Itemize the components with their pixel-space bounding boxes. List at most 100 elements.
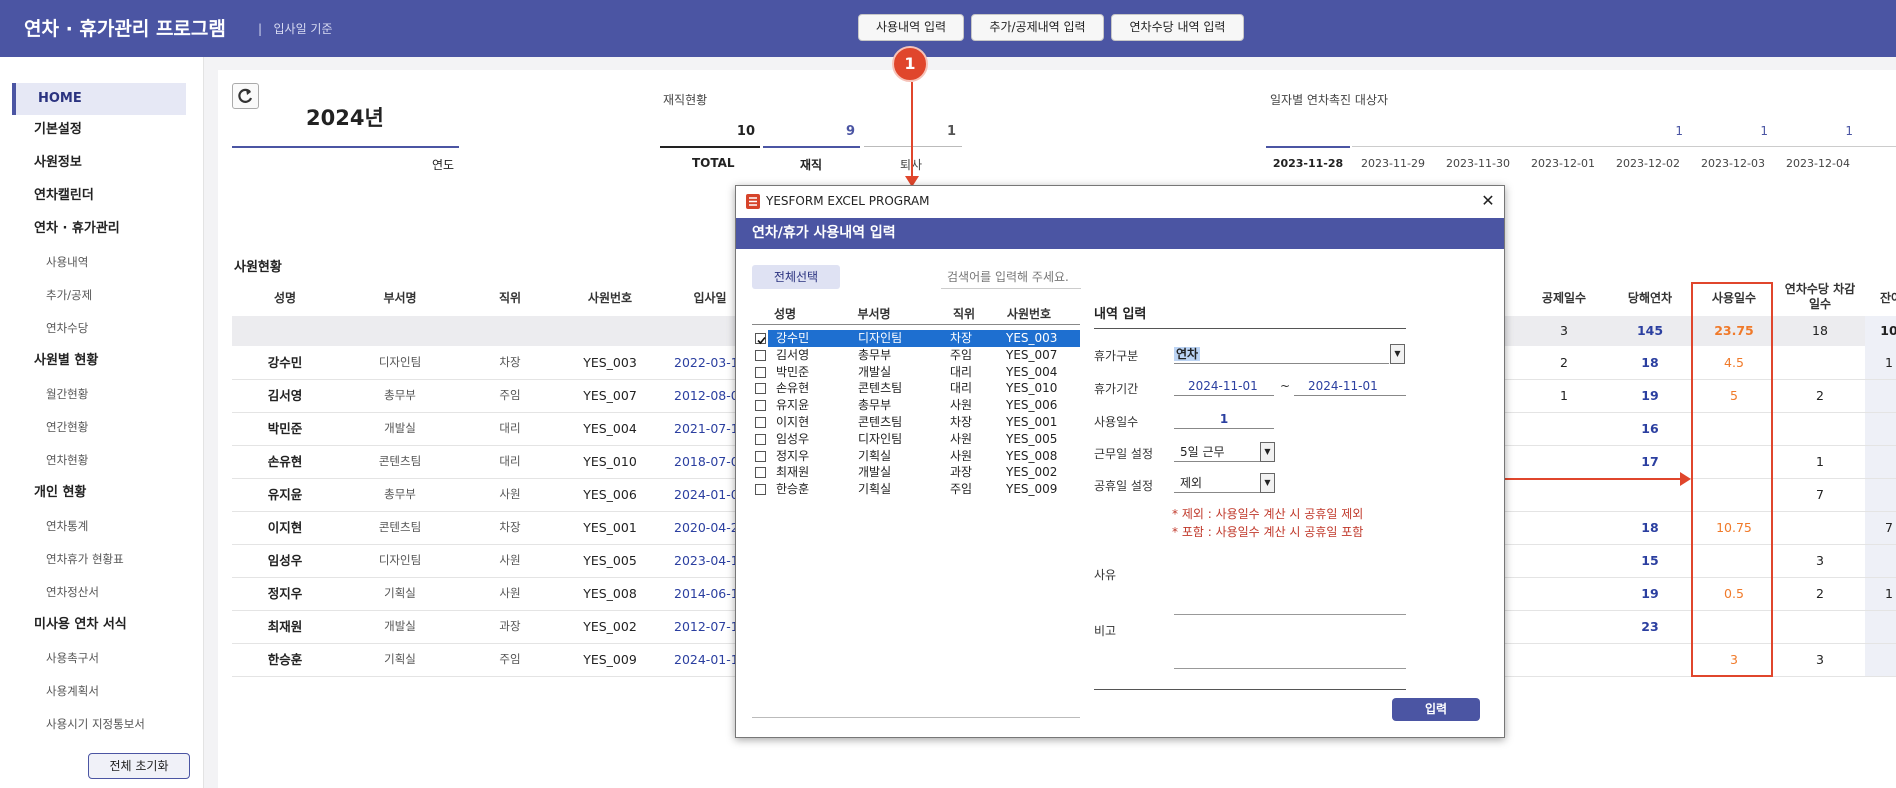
list-header-line: [752, 324, 1080, 325]
allowance-input-button[interactable]: 연차수당 내역 입력: [1111, 14, 1244, 41]
employee-name: 박민준: [267, 421, 303, 436]
period-separator: ~: [1280, 379, 1291, 393]
sidebar-item-by-employee[interactable]: 사원별 현황: [12, 345, 186, 377]
refresh-button[interactable]: [232, 83, 259, 109]
dialog-window-title: YESFORM EXCEL PROGRAM: [766, 194, 930, 208]
employee-list-item[interactable]: 정지우 기획실 사원 YES_008: [752, 448, 1080, 465]
list-item-pos: 사원: [950, 431, 973, 446]
leave-type-value: 연차: [1174, 347, 1201, 361]
daily-date[interactable]: 2023-12-04: [1776, 157, 1860, 170]
checkbox[interactable]: [755, 349, 766, 361]
sidebar-item-monthly[interactable]: 월간현황: [12, 378, 186, 410]
list-item-id: YES_004: [1006, 364, 1058, 379]
daily-count: 1: [1845, 124, 1853, 138]
daily-date[interactable]: 2023-12-01: [1521, 157, 1605, 170]
checkbox[interactable]: [755, 450, 766, 462]
leave-type-dropdown-icon[interactable]: ▼: [1390, 344, 1405, 364]
sidebar-item-settlement[interactable]: 연차정산서: [12, 576, 186, 608]
period-end-input[interactable]: 2024-11-01: [1294, 376, 1406, 396]
daily-date[interactable]: 2023-11-28: [1266, 157, 1350, 170]
employee-list-item[interactable]: 최재원 개발실 과장 YES_002: [752, 464, 1080, 481]
sidebar-item-urge-letter[interactable]: 사용촉구서: [12, 642, 186, 674]
add-deduct-input-button[interactable]: 추가/공제내역 입력: [971, 14, 1104, 41]
employee-name: 임성우: [267, 553, 303, 568]
sidebar-item-personal[interactable]: 개인 현황: [12, 477, 186, 509]
employee-list-item[interactable]: 강수민 디자인팀 차장 YES_003: [752, 330, 1080, 347]
leave-type-select[interactable]: 연차: [1174, 344, 1389, 364]
sidebar-item-plan[interactable]: 사용계획서: [12, 675, 186, 707]
checkbox[interactable]: [755, 417, 766, 428]
close-icon[interactable]: ✕: [1478, 190, 1498, 212]
sum-allowance: 18: [1812, 323, 1828, 338]
checkbox[interactable]: [755, 484, 766, 496]
holiday-dropdown-icon[interactable]: ▼: [1260, 473, 1275, 493]
checkbox[interactable]: [755, 383, 766, 395]
submit-button[interactable]: 입력: [1392, 698, 1480, 721]
employee-list-item[interactable]: 김서영 총무부 주임 YES_007: [752, 347, 1080, 364]
daily-date[interactable]: 2023-12-03: [1691, 157, 1775, 170]
daily-date[interactable]: 2023-11-30: [1436, 157, 1520, 170]
employee-list-item[interactable]: 이지현 콘텐츠팀 차장 YES_001: [752, 414, 1080, 431]
usage-input-button[interactable]: 사용내역 입력: [858, 14, 964, 41]
employee-position: 사원: [499, 487, 521, 501]
sidebar-item-statistics[interactable]: 연차통계: [12, 510, 186, 542]
reset-all-button[interactable]: 전체 초기화: [88, 753, 190, 779]
checkbox-checked[interactable]: [755, 333, 766, 345]
sidebar-item-notice[interactable]: 사용시기 지정통보서: [12, 708, 186, 740]
sidebar-item-home[interactable]: HOME: [12, 83, 186, 115]
daily-date[interactable]: 2023-12-02: [1606, 157, 1690, 170]
checkbox[interactable]: [755, 433, 766, 445]
checkbox[interactable]: [755, 366, 766, 378]
period-start-input[interactable]: 2024-11-01: [1174, 376, 1274, 396]
days-input[interactable]: 1: [1174, 409, 1274, 429]
list-item-dept: 콘텐츠팀: [858, 415, 903, 429]
list-item-dept: 개발실: [858, 465, 892, 480]
col-header-name: 성명: [273, 291, 297, 305]
checkbox[interactable]: [755, 467, 766, 479]
reason-input[interactable]: [1174, 614, 1406, 615]
select-all-button[interactable]: 전체선택: [752, 265, 840, 289]
checkbox[interactable]: [755, 400, 766, 412]
employee-position: 사원: [499, 586, 521, 600]
workday-select[interactable]: 5일 근무: [1174, 442, 1260, 462]
employee-current-leave: [1612, 478, 1688, 511]
sum-deduct: 3: [1560, 323, 1568, 338]
list-item-pos: 주임: [950, 347, 973, 362]
sidebar-item-leave-management[interactable]: 연차 · 휴가관리: [12, 213, 186, 245]
sidebar-item-yearly[interactable]: 연간현황: [12, 411, 186, 443]
employee-list-item[interactable]: 손유현 콘텐츠팀 대리 YES_010: [752, 380, 1080, 397]
list-item-id: YES_006: [1006, 398, 1058, 413]
sidebar-item-usage[interactable]: 사용내역: [12, 246, 186, 278]
holiday-select[interactable]: 제외: [1174, 473, 1260, 493]
list-item-name: 임성우: [776, 431, 810, 446]
employee-deduct-days: 2: [1560, 355, 1568, 370]
search-input[interactable]: 검색어를 입력해 주세요.: [941, 265, 1081, 289]
employee-name: 정지우: [267, 586, 303, 601]
sidebar-item-leave-status[interactable]: 연차현황: [12, 444, 186, 476]
form-title: 내역 입력: [1094, 307, 1147, 322]
workday-dropdown-icon[interactable]: ▼: [1260, 442, 1275, 462]
sidebar-item-status-table[interactable]: 연차휴가 현황표: [12, 543, 186, 575]
employee-remaining: [1874, 478, 1896, 511]
employee-remaining: 7: [1885, 520, 1893, 535]
sidebar-item-unused-forms[interactable]: 미사용 연차 서식: [12, 609, 186, 641]
form-bottom-line: [1094, 689, 1406, 690]
employee-current-leave: 19: [1641, 586, 1659, 601]
year-value: 2024년: [306, 106, 384, 130]
employee-remaining: [1874, 544, 1896, 577]
employee-list-item[interactable]: 박민준 개발실 대리 YES_004: [752, 364, 1080, 381]
daily-date[interactable]: 2023-11-29: [1351, 157, 1435, 170]
sidebar-item-allowance[interactable]: 연차수당: [12, 312, 186, 344]
employee-deduct-days: [1526, 445, 1602, 478]
list-item-id: YES_010: [1006, 381, 1058, 396]
sidebar-item-settings[interactable]: 기본설정: [12, 114, 186, 146]
memo-input[interactable]: [1174, 668, 1406, 669]
employee-list-item[interactable]: 한승훈 기획실 주임 YES_009: [752, 481, 1080, 498]
employee-list-item[interactable]: 유지윤 총무부 사원 YES_006: [752, 397, 1080, 414]
employee-list-item[interactable]: 임성우 디자인팀 사원 YES_005: [752, 431, 1080, 448]
employee-current-leave: 17: [1641, 454, 1659, 469]
sidebar-item-add-deduct[interactable]: 추가/공제: [12, 279, 186, 311]
sidebar-item-employee-info[interactable]: 사원정보: [12, 147, 186, 179]
sidebar-item-calendar[interactable]: 연차캘린더: [12, 180, 186, 212]
